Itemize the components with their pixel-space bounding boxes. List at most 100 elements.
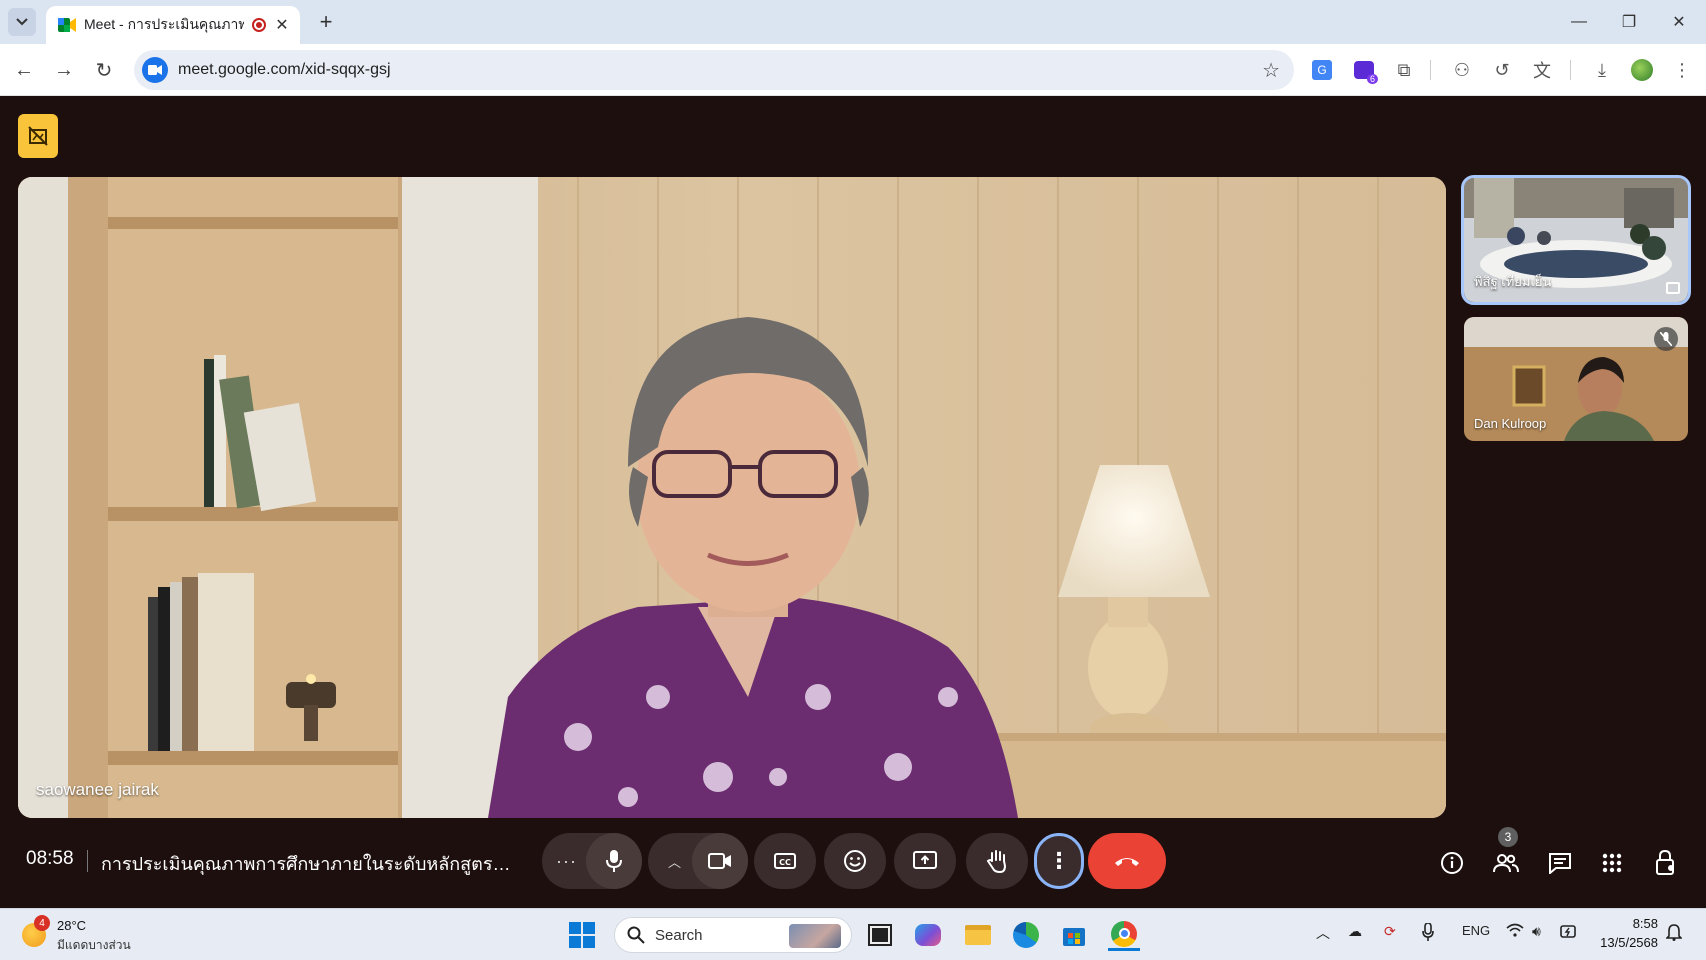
- closed-captions-icon: CC: [774, 853, 796, 869]
- clock-divider: [87, 850, 88, 872]
- audio-options-icon[interactable]: ···: [556, 851, 577, 872]
- extensions-puzzle-icon[interactable]: ⧉: [1390, 56, 1418, 84]
- speaker-video-frame: [18, 177, 1446, 818]
- main-speaker-name: saowanee jairak: [36, 780, 159, 799]
- weather-temperature: 28°C: [57, 918, 87, 933]
- close-window-icon[interactable]: ✕: [1656, 8, 1702, 36]
- url-text: meet.google.com/xid-sqqx-gsj: [178, 61, 391, 78]
- camera-button[interactable]: [692, 833, 748, 889]
- participant-name: Dan Kulroop: [1474, 416, 1547, 431]
- close-tab-icon[interactable]: ✕: [274, 15, 290, 35]
- onedrive-offline-icon[interactable]: ☁: [1348, 923, 1362, 940]
- info-icon: [1441, 852, 1463, 874]
- more-options-button[interactable]: ⋮: [1034, 833, 1084, 889]
- people-button[interactable]: 3: [1486, 827, 1526, 883]
- captions-button[interactable]: CC: [754, 833, 816, 889]
- site-info-icon[interactable]: [142, 57, 168, 83]
- microphone-control-group: ···: [542, 833, 642, 889]
- task-view-icon[interactable]: [864, 919, 896, 951]
- history-icon[interactable]: ↺: [1488, 56, 1516, 84]
- tab-title: Meet - การประเมินคุณภาพการ: [84, 16, 244, 32]
- main-speaker-video[interactable]: [18, 177, 1446, 818]
- meet-stage: saowanee jairak พิสิฐ เทียมเย็น Dan Kulr…: [0, 96, 1706, 908]
- download-icon[interactable]: ⤓: [1588, 56, 1616, 84]
- bookmark-star-icon[interactable]: ☆: [1262, 58, 1280, 83]
- minimize-icon[interactable]: —: [1556, 8, 1602, 36]
- microphone-icon: [606, 850, 622, 872]
- search-icon: [627, 926, 645, 944]
- system-clock-date[interactable]: 13/5/2568: [1588, 935, 1658, 950]
- participant-count-badge: 3: [1498, 827, 1518, 847]
- meeting-clock: 08:58: [26, 848, 74, 869]
- chat-button[interactable]: [1540, 843, 1580, 883]
- meet-app-logo[interactable]: [18, 114, 58, 158]
- browser-toolbar: ← → ↻ meet.google.com/xid-sqqx-gsj ☆ G 6…: [0, 44, 1706, 96]
- system-clock-time[interactable]: 8:58: [1608, 916, 1658, 931]
- end-call-icon: [1115, 858, 1139, 866]
- start-button[interactable]: [566, 919, 598, 951]
- new-tab-button[interactable]: +: [312, 8, 340, 36]
- browser-menu-icon[interactable]: ⋮: [1668, 56, 1696, 84]
- browser-tab-meet[interactable]: Meet - การประเมินคุณภาพการ ✕: [46, 6, 300, 44]
- forward-icon[interactable]: →: [46, 52, 82, 88]
- show-hidden-icons-chevron[interactable]: ︿: [1316, 923, 1330, 943]
- svg-text:CC: CC: [779, 858, 791, 867]
- more-vert-icon: ⋮: [1048, 848, 1070, 873]
- extension-badge-icon[interactable]: 6: [1350, 56, 1378, 84]
- emoji-reaction-button[interactable]: [824, 833, 886, 889]
- google-translate-extension-icon[interactable]: G: [1308, 56, 1336, 84]
- extension-badge-count: 6: [1366, 74, 1378, 84]
- browser-tabstrip: Meet - การประเมินคุณภาพการ ✕ + — ❐ ✕: [0, 0, 1706, 44]
- translate-page-icon[interactable]: 文: [1528, 56, 1556, 84]
- hand-icon: [986, 850, 1007, 873]
- file-explorer-icon[interactable]: [962, 919, 994, 951]
- participant-tile[interactable]: Dan Kulroop: [1464, 317, 1688, 441]
- participant-name: พิสิฐ เทียมเย็น: [1474, 274, 1552, 289]
- profile-avatar[interactable]: [1628, 56, 1656, 84]
- tab-search-button[interactable]: [8, 8, 36, 36]
- incognito-icon[interactable]: ⚇: [1448, 56, 1476, 84]
- meeting-title: การประเมินคุณภาพการศึกษาภายในระดับหลักสู…: [101, 854, 521, 874]
- microphone-tray-icon[interactable]: [1422, 922, 1434, 944]
- edge-browser-icon[interactable]: [1010, 919, 1042, 951]
- chrome-browser-icon[interactable]: [1108, 919, 1140, 951]
- address-bar[interactable]: meet.google.com/xid-sqqx-gsj ☆: [134, 50, 1294, 90]
- present-screen-icon: [913, 851, 937, 869]
- windows-logo-icon: [569, 922, 595, 948]
- smiley-icon: [844, 850, 866, 872]
- people-icon: [1493, 854, 1519, 873]
- microsoft-365-icon[interactable]: [912, 919, 944, 951]
- host-controls-button[interactable]: [1646, 843, 1686, 883]
- toolbar-divider: [1430, 60, 1431, 80]
- participant-tile[interactable]: พิสิฐ เทียมเย็น: [1461, 175, 1691, 305]
- notification-bell-icon[interactable]: [1665, 923, 1683, 944]
- sync-alert-icon[interactable]: ⟳: [1384, 923, 1396, 940]
- activities-button[interactable]: [1592, 843, 1632, 883]
- weather-alert-badge: 4: [34, 915, 50, 931]
- microphone-button[interactable]: [586, 833, 642, 889]
- muted-mic-icon: [1654, 327, 1678, 351]
- microsoft-store-icon[interactable]: [1058, 919, 1090, 951]
- volume-icon[interactable]: 🔊︎: [1532, 923, 1541, 940]
- taskbar-search-box[interactable]: Search: [614, 917, 852, 953]
- meeting-details-button[interactable]: [1432, 843, 1472, 883]
- pin-tile-icon[interactable]: [1666, 282, 1680, 294]
- os-taskbar: 4 28°C มีแดดบางส่วน Search ︿ ☁ ⟳ ENG 🔊︎ …: [0, 908, 1706, 960]
- lock-person-icon: [1656, 850, 1674, 875]
- present-screen-button[interactable]: [894, 833, 956, 889]
- video-options-chevron-icon[interactable]: ︿: [668, 852, 681, 871]
- search-placeholder: Search: [655, 926, 703, 944]
- back-icon[interactable]: ←: [6, 52, 42, 88]
- wifi-icon[interactable]: [1506, 923, 1524, 940]
- input-language[interactable]: ENG: [1462, 923, 1490, 938]
- leave-call-button[interactable]: [1088, 833, 1166, 889]
- raise-hand-button[interactable]: [966, 833, 1028, 889]
- search-highlight-image: [789, 924, 841, 948]
- chat-icon: [1549, 853, 1571, 874]
- restore-icon[interactable]: ❐: [1606, 8, 1652, 36]
- meet-favicon-icon: [58, 18, 76, 32]
- reload-icon[interactable]: ↻: [86, 52, 122, 88]
- battery-charging-icon[interactable]: [1560, 923, 1578, 942]
- toolbar-divider: [1570, 60, 1571, 80]
- weather-description: มีแดดบางส่วน: [57, 938, 131, 952]
